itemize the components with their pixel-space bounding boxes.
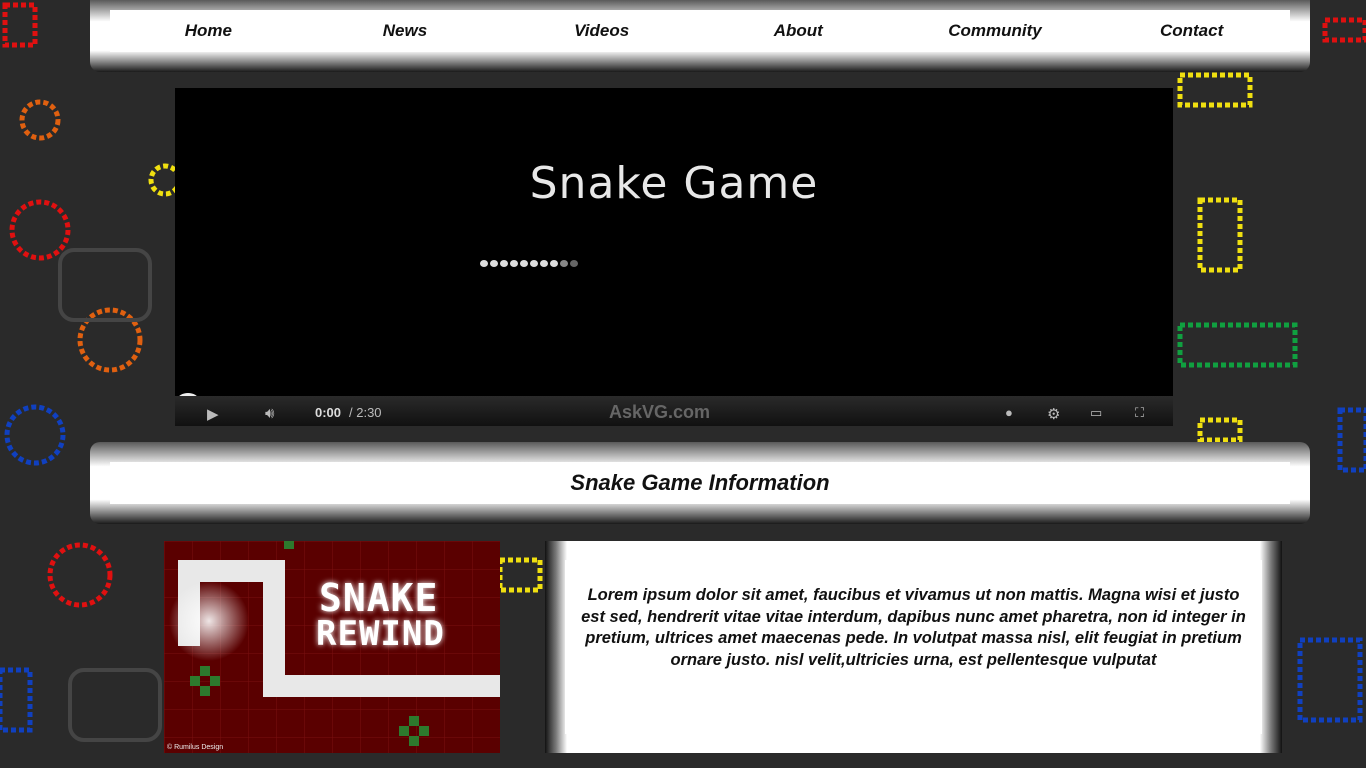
nav-contact[interactable]: Contact <box>1094 21 1290 41</box>
nav-home[interactable]: Home <box>110 21 306 41</box>
game-logo-line1: SNAKE <box>319 576 439 620</box>
play-icon[interactable]: ▶ <box>207 405 219 423</box>
time-current: 0:00 <box>315 405 342 420</box>
section-title: Snake Game Information <box>110 462 1290 504</box>
video-controls: ▶ 🔊︎ 0:00 / 2:30 AskVG.com ● ⚙ ▭ ⛶ <box>175 396 1173 426</box>
fullscreen-icon[interactable]: ⛶ <box>1135 405 1144 421</box>
nav-news[interactable]: News <box>307 21 503 41</box>
game-logo-line2: REWIND <box>316 614 445 654</box>
nav-menu: Home News Videos About Community Contact <box>110 10 1290 52</box>
snake-rewind-image: SNAKE REWIND © Rumilus Design <box>164 541 500 753</box>
video-player[interactable]: Snake Game ▶ 🔊︎ 0:00 / 2:30 AskVG.com ● … <box>175 88 1173 426</box>
time-total: / 2:30 <box>349 405 382 420</box>
volume-icon[interactable]: 🔊︎ <box>265 405 274 422</box>
nav-about[interactable]: About <box>700 21 896 41</box>
description-panel: Lorem ipsum dolor sit amet, faucibus et … <box>545 541 1282 753</box>
nav-community[interactable]: Community <box>897 21 1093 41</box>
gear-icon[interactable]: ⚙ <box>1047 405 1060 423</box>
video-title: Snake Game <box>529 158 819 209</box>
video-watermark: AskVG.com <box>609 402 711 422</box>
description-body: Lorem ipsum dolor sit amet, faucibus et … <box>565 560 1262 734</box>
widescreen-icon[interactable]: ▭ <box>1090 405 1102 421</box>
snake-graphic <box>480 260 578 267</box>
description-text: Lorem ipsum dolor sit amet, faucibus et … <box>581 586 1246 669</box>
section-header: Snake Game Information <box>90 442 1310 524</box>
annotations-icon[interactable]: ● <box>1005 405 1013 420</box>
nav-videos[interactable]: Videos <box>504 21 700 41</box>
top-nav: Home News Videos About Community Contact <box>90 0 1310 72</box>
image-credit: © Rumilus Design <box>167 744 224 751</box>
